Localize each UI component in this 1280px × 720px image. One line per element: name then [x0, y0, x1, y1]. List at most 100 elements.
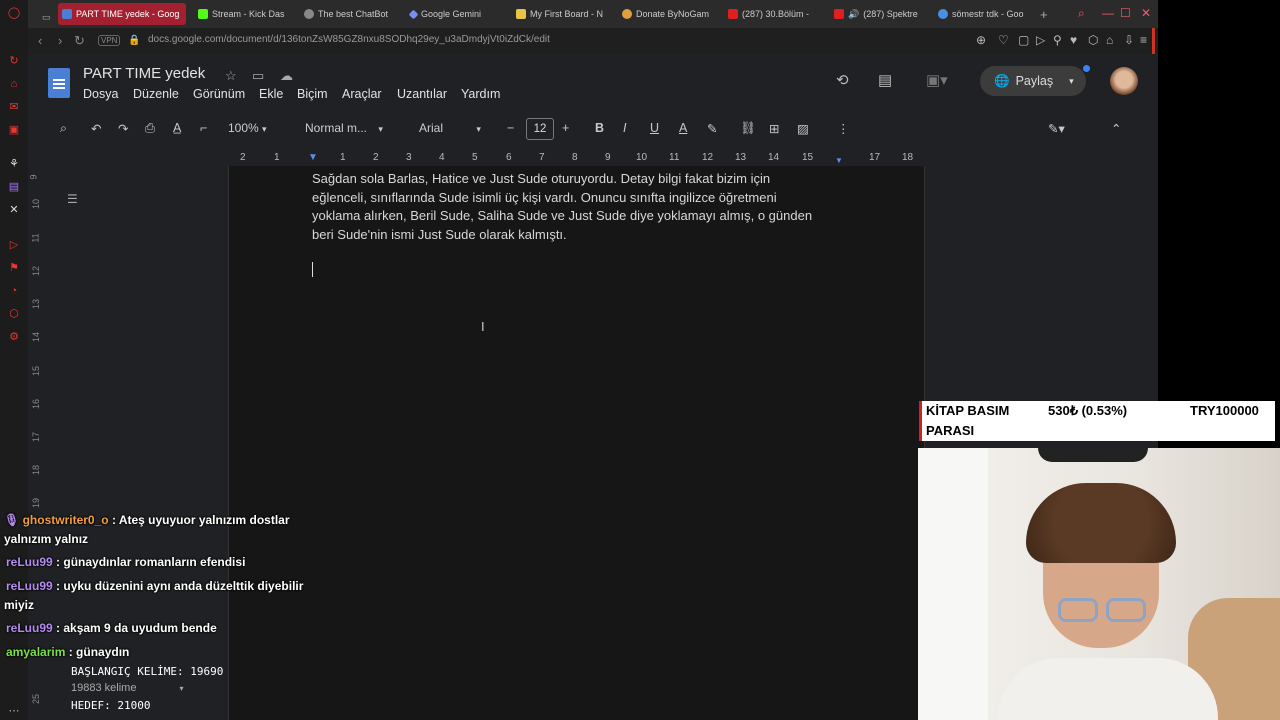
document-page[interactable] [228, 166, 925, 720]
messenger-icon[interactable]: ✉ [7, 100, 21, 114]
editing-mode-icon[interactable]: ✎▾ [1048, 121, 1065, 136]
clock-icon[interactable]: ◔ [7, 284, 21, 298]
document-title[interactable]: PART TIME yedek [83, 65, 205, 82]
forward-icon[interactable]: › [58, 33, 62, 48]
close-icon[interactable]: ✕ [1141, 6, 1151, 20]
menu-icon[interactable]: ≡ [1140, 33, 1147, 47]
link-icon[interactable]: ⛓ [740, 121, 756, 136]
snapshot-icon[interactable]: ▢ [1018, 33, 1029, 47]
ai-icon[interactable]: ⚘ [7, 157, 21, 171]
tab-chatbot[interactable]: The best ChatBot [300, 3, 394, 25]
twitch-icon[interactable]: ▤ [7, 180, 21, 194]
zoom-icon[interactable]: ⊕ [976, 33, 986, 47]
tab-gemini[interactable]: Google Gemini [406, 3, 498, 25]
menu-help[interactable]: Yardım [461, 87, 500, 101]
undo-icon[interactable]: ↶ [91, 121, 101, 136]
more-options-icon[interactable]: ⋮ [837, 121, 850, 136]
tab-donate[interactable]: Donate ByNoGam [618, 3, 714, 25]
heart-icon[interactable]: ♥ [1070, 33, 1077, 47]
x-icon[interactable]: ✕ [7, 203, 21, 217]
cube-icon[interactable]: ⬡ [7, 307, 21, 321]
tab-part-time[interactable]: PART TIME yedek - Goog [58, 3, 186, 25]
donate-icon [622, 9, 632, 19]
share-button[interactable]: 🌐 Paylaş ▾ [980, 66, 1086, 96]
meet-icon[interactable]: ▣▾ [926, 71, 948, 89]
bold-icon[interactable]: B [595, 121, 604, 135]
right-indent-marker-icon[interactable]: ▼ [835, 156, 843, 165]
player-icon[interactable]: ▷ [7, 238, 21, 252]
extensions-icon[interactable]: ⬡ [1088, 33, 1098, 47]
style-select[interactable]: Normal m... ▾ [305, 121, 383, 135]
docs-logo-icon[interactable] [48, 68, 70, 98]
comment-icon[interactable]: ⊞ [769, 121, 779, 136]
minimize-icon[interactable]: — [1102, 6, 1114, 20]
image-icon[interactable]: ▨ [797, 121, 809, 136]
wallet-icon[interactable]: ⌂ [1106, 33, 1113, 47]
document-paragraph[interactable]: Sağdan sola Barlas, Hatice ve Just Sude … [312, 170, 822, 244]
spellcheck-icon[interactable]: A̲ [173, 121, 181, 135]
font-select[interactable]: Arial ▾ [419, 121, 481, 135]
text-cursor [312, 262, 313, 277]
bag-icon[interactable]: ⌂ [7, 77, 21, 91]
download-icon[interactable]: ⇩ [1124, 33, 1134, 47]
comments-icon[interactable]: ▤ [878, 71, 892, 89]
lock-icon[interactable]: 🔒 [128, 35, 140, 46]
font-size-input[interactable]: 12 [526, 118, 554, 140]
reload-icon[interactable]: ↻ [74, 33, 85, 49]
menu-format[interactable]: Biçim [297, 87, 328, 101]
cloud-status-icon[interactable]: ☁ [280, 68, 293, 84]
back-icon[interactable]: ‹ [38, 33, 42, 48]
ruler-number: 5 [472, 152, 478, 163]
italic-icon[interactable]: I [623, 121, 626, 135]
indent-marker-icon[interactable]: ▼ [308, 152, 318, 163]
menu-tools[interactable]: Araçlar [342, 87, 382, 101]
print-icon[interactable]: ⎙ [145, 121, 155, 136]
maximize-icon[interactable]: ☐ [1120, 6, 1131, 20]
menu-extensions[interactable]: Uzantılar [397, 87, 447, 101]
menu-edit[interactable]: Düzenle [133, 87, 179, 101]
tab-google[interactable]: sömestr tdk - Goo [934, 3, 1032, 25]
vpn-badge[interactable]: VPN [98, 35, 121, 46]
collapse-toolbar-icon[interactable]: ⌃ [1111, 121, 1121, 136]
ruler-number: 3 [406, 152, 412, 163]
webcam-feed [918, 448, 1280, 720]
search-tabs-icon[interactable]: ⌕ [1078, 6, 1085, 21]
tab-youtube-1[interactable]: (287) 30.Bölüm - [724, 3, 820, 25]
menu-view[interactable]: Görünüm [193, 87, 245, 101]
version-history-icon[interactable]: ⟲ [836, 71, 849, 89]
menu-file[interactable]: Dosya [83, 87, 118, 101]
tab-youtube-2[interactable]: 🔊 (287) Spektre [830, 3, 926, 25]
paint-format-icon[interactable]: ⌐ [200, 121, 207, 135]
increase-font-icon[interactable]: + [562, 121, 569, 135]
url-field[interactable]: docs.google.com/document/d/136tonZsW85GZ… [148, 34, 550, 45]
move-folder-icon[interactable]: ▭ [252, 68, 264, 84]
history-icon[interactable]: ↻ [7, 54, 21, 68]
opera-logo-icon[interactable]: ◯ [7, 6, 21, 20]
word-count-button[interactable]: 19883 kelime ▾ [71, 680, 223, 697]
tab-menu-icon[interactable]: ▭ [38, 6, 55, 28]
horizontal-ruler[interactable]: 2 1 ▼ 1 2 3 4 5 6 7 8 9 10 11 12 13 14 1… [228, 150, 925, 166]
menu-insert[interactable]: Ekle [259, 87, 283, 101]
text-color-icon[interactable]: A [679, 121, 687, 135]
new-tab-icon[interactable]: + [1036, 3, 1052, 25]
bookmark-icon[interactable]: ♡ [998, 33, 1009, 47]
tab-board[interactable]: My First Board - N [512, 3, 608, 25]
tab-kick[interactable]: Stream - Kick Das [194, 3, 294, 25]
play-icon[interactable]: ▷ [1036, 33, 1045, 47]
webcam-shirt [998, 658, 1218, 720]
star-icon[interactable]: ☆ [225, 68, 237, 84]
pin-icon[interactable]: ⚑ [7, 261, 21, 275]
highlight-icon[interactable]: ✎ [707, 121, 717, 136]
outline-icon[interactable]: ☰ [67, 192, 81, 206]
chat-text: : uyku düzenini aynı anda düzelttik diye… [56, 579, 304, 593]
mail-icon[interactable]: ▣ [7, 123, 21, 137]
avatar[interactable] [1110, 67, 1138, 95]
underline-icon[interactable]: U [650, 121, 659, 135]
settings-icon[interactable]: ⚙ [7, 330, 21, 344]
decrease-font-icon[interactable]: − [507, 121, 514, 135]
redo-icon[interactable]: ↷ [118, 121, 128, 136]
search-menus-icon[interactable]: ⌕ [60, 121, 67, 136]
more-icon[interactable]: ⋯ [7, 704, 21, 718]
pin-icon[interactable]: ⚲ [1053, 33, 1062, 47]
zoom-select[interactable]: 100% ▾ [228, 121, 267, 135]
